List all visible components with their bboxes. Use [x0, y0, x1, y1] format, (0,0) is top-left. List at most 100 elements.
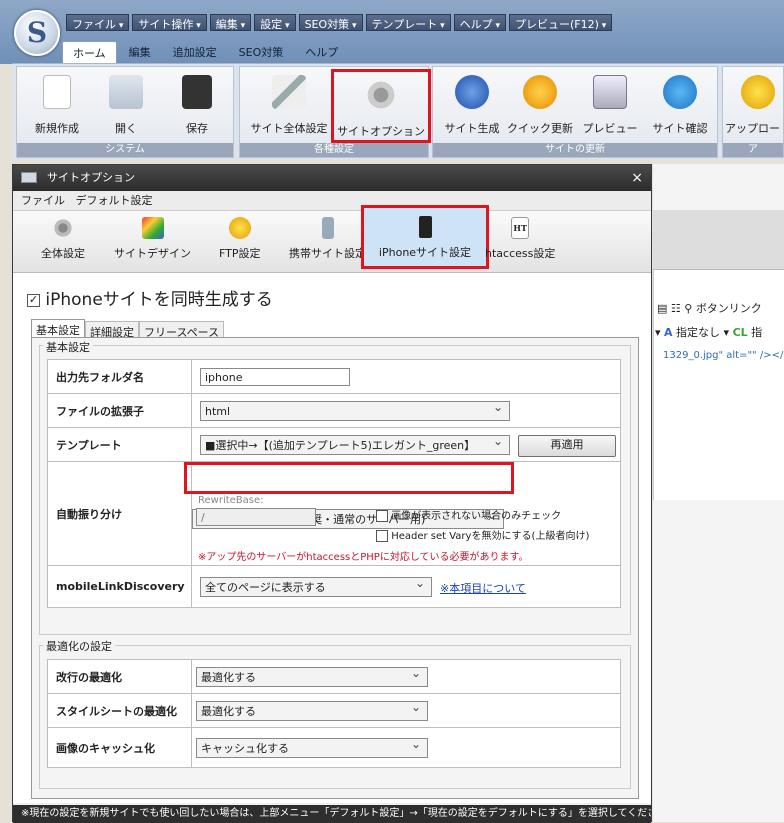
- style-dropdown[interactable]: ▾ A 指定なし ▾ CL 指: [655, 324, 762, 340]
- about-this-item-link[interactable]: ※本項目について: [440, 580, 526, 596]
- optimization-table: 改行の最適化 最適化する スタイルシートの最適化 最適化する 画像のキャッシュ化…: [47, 659, 621, 768]
- image-fix-label: 画像が表示されない場合のみチェック: [391, 511, 562, 522]
- magnifier-icon: [593, 75, 627, 109]
- toolbar-htaccess-settings[interactable]: HT htaccess設定: [485, 217, 555, 261]
- new-document-icon: [43, 75, 71, 109]
- vary-header-option[interactable]: Header set Varyを無効にする(上級者向け): [376, 527, 589, 542]
- toolbar-site-design[interactable]: サイトデザイン: [114, 217, 191, 261]
- open-button[interactable]: 開く: [91, 75, 161, 136]
- wrench-icon: [272, 75, 306, 109]
- ribbon-group-update: サイト生成 クイック更新 プレビュー サイト確認 サイトの更新: [432, 66, 718, 158]
- ribbon-group-settings: サイト全体設定 サイトオプション 各種設定: [239, 66, 431, 158]
- reapply-button[interactable]: 再適用: [518, 435, 616, 457]
- menu-settings[interactable]: 設定: [254, 14, 296, 31]
- upload-button[interactable]: アップロート: [723, 75, 783, 136]
- new-button-label: 新規作成: [35, 122, 79, 135]
- globe-icon: [455, 75, 489, 109]
- upload-lightning-icon: [741, 75, 775, 109]
- lightning-icon: [523, 75, 557, 109]
- check-site-label: サイト確認: [652, 122, 708, 135]
- site-settings-button[interactable]: サイト全体設定: [244, 75, 334, 136]
- server-warning: ※アップ先のサーバーがhtaccessとPHPに対応している必要があります。: [198, 552, 529, 563]
- palette-icon: [141, 217, 164, 239]
- mobile-phone-icon: [321, 217, 334, 239]
- stylesheet-optimize-label: スタイルシートの最適化: [47, 693, 192, 728]
- menu-seo[interactable]: SEO対策: [298, 14, 363, 31]
- highlight-box: [184, 462, 514, 494]
- extension-select[interactable]: html: [200, 400, 510, 421]
- preview-label: プレビュー: [582, 122, 638, 135]
- floppy-disk-icon: [182, 75, 212, 109]
- menu-help[interactable]: ヘルプ: [453, 14, 506, 31]
- gear-icon: [52, 217, 74, 239]
- htaccess-file-icon: HT: [511, 217, 530, 239]
- output-folder-label: 出力先フォルダ名: [47, 359, 192, 394]
- menu-edit[interactable]: 編集: [209, 14, 252, 31]
- status-bar: ※現在の設定を新規サイトでも使い回したい場合は、上部メニュー「デフォルト設定」→…: [13, 805, 651, 823]
- tab-edit[interactable]: 編集: [119, 41, 161, 64]
- menu-site-operation[interactable]: サイト操作: [132, 14, 207, 31]
- toolbar-iphone-label: iPhoneサイト設定: [378, 246, 472, 259]
- site-options-label: サイトオプション: [337, 125, 425, 138]
- auto-dispatch-cell: 同一URLで振り分け(推奨・通常のサーバー用) RewriteBase: / 画…: [184, 461, 621, 566]
- ribbon-tabs: ホーム 編集 追加設定 SEO対策 ヘルプ: [62, 41, 348, 64]
- check-site-button[interactable]: サイト確認: [645, 75, 715, 136]
- preview-button[interactable]: プレビュー: [575, 75, 645, 136]
- ribbon-group-system: 新規作成 開く 保存 システム: [16, 66, 234, 158]
- button-link-tool[interactable]: ▤ ☷ ⚲ ボタンリンク: [657, 300, 762, 316]
- enable-iphone-row[interactable]: ✓ iPhoneサイトを同時生成する: [27, 285, 273, 310]
- save-button-label: 保存: [186, 122, 208, 135]
- image-cache-select[interactable]: キャッシュ化する: [196, 737, 428, 758]
- group-label-update: サイトの更新: [433, 143, 717, 157]
- group-label-upload: ア: [723, 143, 783, 157]
- tab-help[interactable]: ヘルプ: [295, 41, 348, 64]
- tab-seo[interactable]: SEO対策: [229, 41, 294, 64]
- upload-label: アップロート: [725, 122, 783, 135]
- image-cache-label: 画像のキャッシュ化: [47, 727, 192, 768]
- image-fix-checkbox[interactable]: [376, 510, 388, 522]
- generate-site-button[interactable]: サイト生成: [437, 75, 507, 136]
- close-icon[interactable]: ×: [631, 165, 643, 191]
- new-button[interactable]: 新規作成: [22, 75, 92, 136]
- menu-template[interactable]: テンプレート: [365, 14, 451, 31]
- optimization-legend: 最適化の設定: [43, 638, 115, 654]
- vary-header-checkbox[interactable]: [376, 530, 388, 542]
- toolbar-ftp-label: FTP設定: [219, 247, 261, 260]
- app-logo[interactable]: S: [14, 10, 60, 56]
- template-select[interactable]: ■選択中→【(追加テンプレート5)エレガント_green】: [200, 434, 510, 455]
- editor-background: ▤ ☷ ⚲ ボタンリンク ▾ A 指定なし ▾ CL 指 1329_0.jpg"…: [653, 164, 784, 822]
- tab-home[interactable]: ホーム: [62, 41, 117, 64]
- site-options-button[interactable]: サイトオプション: [331, 69, 431, 143]
- extension-label: ファイルの拡張子: [47, 393, 192, 428]
- accessibility-icon: [663, 75, 697, 109]
- toolbar-htaccess-label: htaccess設定: [485, 247, 556, 260]
- menu-file[interactable]: ファイル: [66, 14, 130, 31]
- mobile-link-discovery-select[interactable]: 全てのページに表示する: [200, 576, 432, 597]
- output-folder-input[interactable]: iphone: [200, 367, 350, 386]
- menu-preview[interactable]: プレビュー(F12): [509, 14, 613, 31]
- toolbar-mobile-settings[interactable]: 携帯サイト設定: [289, 217, 366, 261]
- dialog-menu-default-settings[interactable]: デフォルト設定: [76, 194, 153, 207]
- dialog-content: ✓ iPhoneサイトを同時生成する 基本設定 詳細設定 フリースペース 基本設…: [13, 273, 651, 803]
- toolbar-iphone-settings[interactable]: iPhoneサイト設定: [361, 205, 489, 269]
- window-icon: [21, 172, 37, 183]
- basic-settings-legend: 基本設定: [43, 339, 93, 355]
- rewritebase-input[interactable]: /: [196, 508, 316, 526]
- folder-icon: [109, 75, 143, 109]
- editor-toolbar-area: [653, 210, 784, 270]
- generate-site-label: サイト生成: [444, 122, 500, 135]
- toolbar-general-settings[interactable]: 全体設定: [41, 217, 85, 261]
- save-button[interactable]: 保存: [162, 75, 232, 136]
- newline-optimize-select[interactable]: 最適化する: [196, 666, 428, 687]
- quick-update-label: クイック更新: [507, 122, 573, 135]
- enable-iphone-checkbox[interactable]: ✓: [27, 293, 40, 307]
- tab-additional-settings[interactable]: 追加設定: [163, 41, 227, 64]
- stylesheet-optimize-select[interactable]: 最適化する: [196, 700, 428, 721]
- dialog-menu-file[interactable]: ファイル: [21, 194, 65, 207]
- enable-iphone-label: iPhoneサイトを同時生成する: [45, 290, 273, 310]
- image-fix-option[interactable]: 画像が表示されない場合のみチェック: [376, 507, 561, 522]
- toolbar-ftp-settings[interactable]: FTP設定: [219, 217, 261, 261]
- quick-update-button[interactable]: クイック更新: [505, 75, 575, 136]
- dialog-toolbar: 全体設定 サイトデザイン FTP設定 携帯サイト設定 iPhoneサイト設定 H…: [13, 205, 651, 273]
- smartphone-icon: [418, 216, 432, 238]
